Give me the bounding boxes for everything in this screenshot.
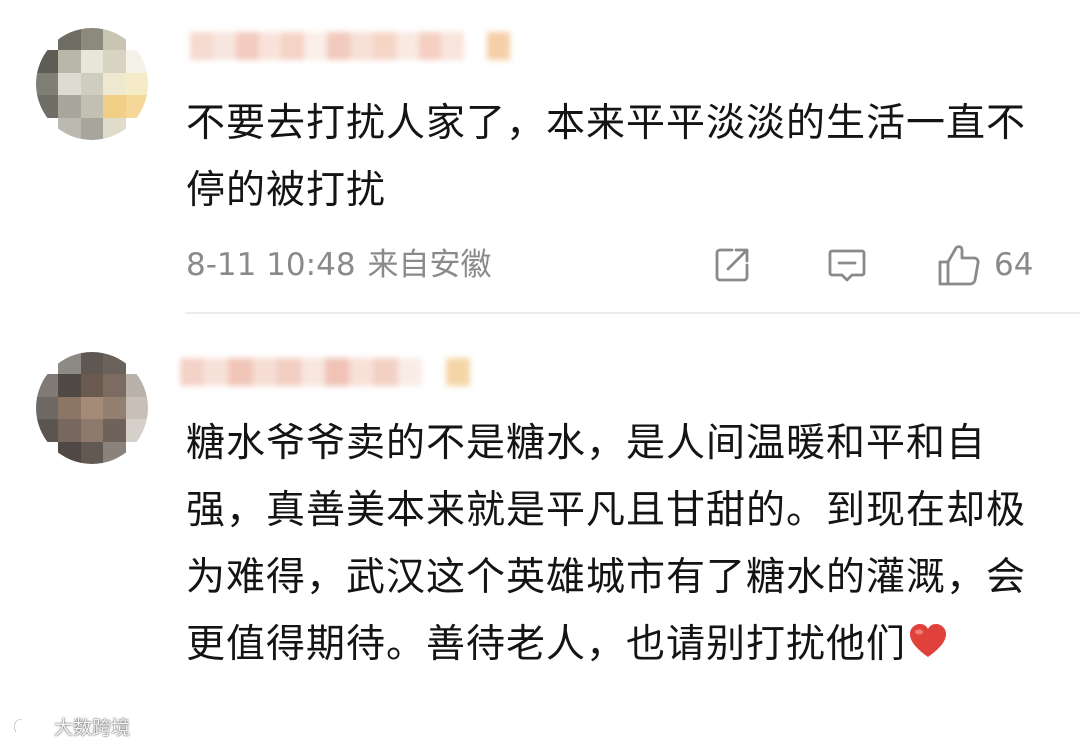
comment-item: 糖水爷爷卖的不是糖水，是人间温暖和平和自强，真善美本来就是平凡且甘甜的。到现在却…	[0, 314, 1080, 748]
share-icon	[715, 248, 749, 282]
avatar[interactable]	[36, 352, 148, 464]
comment-timestamp: 8-11 10:48 来自安徽	[186, 242, 492, 288]
comment-meta: 8-11 10:48 来自安徽 64	[186, 242, 1046, 288]
avatar-mosaic	[36, 352, 148, 464]
comment-text: 不要去打扰人家了，本来平平淡淡的生活一直不停的被打扰	[186, 101, 1027, 213]
comment-location: 来自安徽	[367, 247, 492, 283]
thumbs-up-icon	[938, 245, 980, 286]
reply-button[interactable]	[826, 242, 868, 288]
like-count: 64	[994, 247, 1034, 283]
comment-time: 8-11 10:48	[186, 247, 356, 283]
like-button[interactable]: 64	[936, 242, 1033, 288]
username-blurred[interactable]	[190, 32, 511, 60]
comment-item: 不要去打扰人家了，本来平平淡淡的生活一直不停的被打扰 8-11 10:48 来自安…	[0, 0, 1080, 312]
username-blurred[interactable]	[180, 358, 471, 386]
comment-text: 糖水爷爷卖的不是糖水，是人间温暖和平和自强，真善美本来就是平凡且甘甜的。到现在却…	[186, 410, 1046, 680]
watermark-text: 大数跨境	[54, 716, 131, 739]
red-heart-icon	[908, 613, 948, 680]
share-button[interactable]	[712, 242, 752, 288]
watermark: 大数跨境	[10, 712, 130, 740]
comment-text-body: 糖水爷爷卖的不是糖水，是人间温暖和平和自强，真善美本来就是平凡且甘甜的。到现在却…	[186, 421, 1027, 667]
brand-logo-icon	[13, 715, 50, 735]
comment-icon	[828, 249, 866, 282]
avatar[interactable]	[36, 28, 148, 140]
avatar-mosaic	[36, 28, 148, 140]
